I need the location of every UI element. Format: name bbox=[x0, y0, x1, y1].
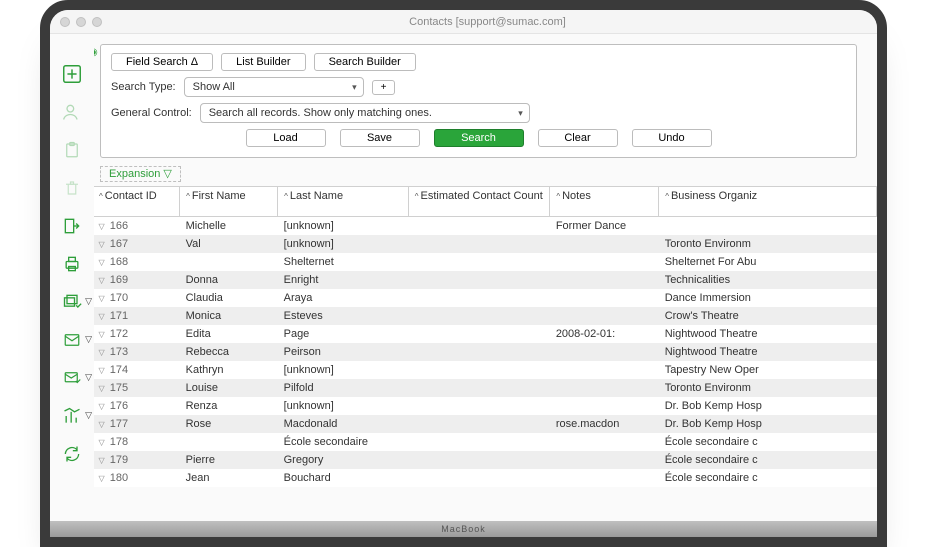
table-row[interactable]: ▽ 173RebeccaPeirsonNightwood Theatre bbox=[94, 343, 877, 361]
column-header[interactable]: ^Contact ID bbox=[94, 187, 180, 217]
table-row[interactable]: ▽ 170ClaudiaArayaDance Immersion bbox=[94, 289, 877, 307]
expansion-toggle[interactable]: Expansion ▽ bbox=[100, 166, 877, 180]
window-zoom-button[interactable] bbox=[92, 17, 102, 27]
left-toolbar: ▽ ▽ ▽ ▽ bbox=[50, 34, 94, 521]
results-table: ^Contact ID^First Name^Last Name^Estimat… bbox=[94, 186, 877, 521]
laptop-hinge: MacBook bbox=[50, 521, 877, 537]
column-header[interactable]: ^Business Organiz bbox=[659, 187, 877, 217]
clear-button[interactable]: Clear bbox=[538, 129, 618, 147]
clipboard-icon[interactable] bbox=[60, 140, 84, 160]
table-row[interactable]: ▽ 176Renza[unknown]Dr. Bob Kemp Hosp bbox=[94, 397, 877, 415]
table-row[interactable]: ▽ 174Kathryn[unknown]Tapestry New Oper bbox=[94, 361, 877, 379]
table-row[interactable]: ▽ 168ShelternetShelternet For Abu bbox=[94, 253, 877, 271]
add-icon[interactable] bbox=[60, 64, 84, 84]
table-row[interactable]: ▽ 180JeanBouchardÉcole secondaire c bbox=[94, 469, 877, 487]
app-window: Contacts [support@sumac.com] bbox=[40, 0, 887, 547]
tab-search-builder[interactable]: Search Builder bbox=[314, 53, 416, 71]
search-type-select[interactable]: Show All bbox=[184, 77, 364, 97]
column-header[interactable]: ^Notes bbox=[550, 187, 659, 217]
search-type-label: Search Type: bbox=[111, 81, 176, 93]
tab-list-builder[interactable]: List Builder bbox=[221, 53, 305, 71]
window-title: Contacts [support@sumac.com] bbox=[108, 16, 867, 28]
titlebar: Contacts [support@sumac.com] bbox=[50, 10, 877, 34]
table-row[interactable]: ▽ 169DonnaEnrightTechnicalities bbox=[94, 271, 877, 289]
collapse-icon[interactable]: ◉ bbox=[94, 47, 98, 58]
general-control-label: General Control: bbox=[111, 107, 192, 119]
table-row[interactable]: ▽ 178École secondaireÉcole secondaire c bbox=[94, 433, 877, 451]
tab-field-search[interactable]: Field Search Δ bbox=[111, 53, 213, 71]
chart-icon[interactable]: ▽ bbox=[60, 406, 84, 426]
column-header[interactable]: ^Last Name bbox=[278, 187, 409, 217]
add-criteria-button[interactable]: + bbox=[372, 80, 396, 95]
window-minimize-button[interactable] bbox=[76, 17, 86, 27]
export-icon[interactable] bbox=[60, 216, 84, 236]
table-row[interactable]: ▽ 172EditaPage2008-02-01:Nightwood Theat… bbox=[94, 325, 877, 343]
contact-icon[interactable] bbox=[60, 102, 84, 122]
column-header[interactable]: ^First Name bbox=[180, 187, 278, 217]
search-button[interactable]: Search bbox=[434, 129, 524, 147]
general-control-select[interactable]: Search all records. Show only matching o… bbox=[200, 103, 530, 123]
table-row[interactable]: ▽ 167Val[unknown]Toronto Environm bbox=[94, 235, 877, 253]
layers-check-icon[interactable]: ▽ bbox=[60, 292, 84, 312]
trash-icon[interactable] bbox=[60, 178, 84, 198]
load-button[interactable]: Load bbox=[246, 129, 326, 147]
print-icon[interactable] bbox=[60, 254, 84, 274]
table-row[interactable]: ▽ 179PierreGregoryÉcole secondaire c bbox=[94, 451, 877, 469]
refresh-icon[interactable] bbox=[60, 444, 84, 464]
search-panel: ◉ Field Search Δ List Builder Search Bui… bbox=[100, 44, 857, 158]
mail-check-icon[interactable]: ▽ bbox=[60, 368, 84, 388]
undo-button[interactable]: Undo bbox=[632, 129, 712, 147]
table-row[interactable]: ▽ 175LouisePilfoldToronto Environm bbox=[94, 379, 877, 397]
table-row[interactable]: ▽ 166Michelle[unknown]Former Dance bbox=[94, 217, 877, 236]
table-row[interactable]: ▽ 177RoseMacdonaldrose.macdonDr. Bob Kem… bbox=[94, 415, 877, 433]
column-header[interactable]: ^Estimated Contact Count bbox=[408, 187, 550, 217]
table-row[interactable]: ▽ 171MonicaEstevesCrow's Theatre bbox=[94, 307, 877, 325]
mail-icon[interactable]: ▽ bbox=[60, 330, 84, 350]
save-button[interactable]: Save bbox=[340, 129, 420, 147]
window-close-button[interactable] bbox=[60, 17, 70, 27]
